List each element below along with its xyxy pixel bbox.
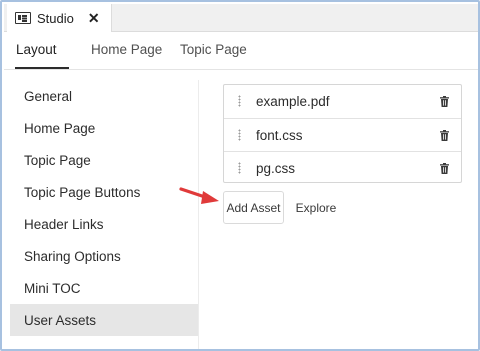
panel-divider [198, 80, 199, 349]
asset-row: example.pdf [224, 85, 461, 118]
tab-layout[interactable]: Layout [16, 42, 57, 57]
sidebar-item-general[interactable]: General [10, 80, 198, 112]
trash-icon[interactable] [440, 130, 449, 141]
studio-tab-label: Studio [37, 10, 74, 26]
trash-icon[interactable] [440, 96, 449, 107]
asset-list: example.pdf font.css pg.css [223, 84, 462, 183]
asset-row: font.css [224, 118, 461, 151]
annotation-arrow-icon [179, 187, 219, 204]
panel-icon [15, 12, 31, 24]
sidebar-item-header-links[interactable]: Header Links [10, 208, 198, 240]
tab-topic-page[interactable]: Topic Page [180, 42, 247, 57]
explore-button[interactable]: Explore [290, 191, 342, 224]
studio-tab[interactable]: Studio ✕ [7, 4, 112, 32]
drag-handle-icon[interactable] [238, 129, 241, 141]
drag-handle-icon[interactable] [238, 162, 241, 174]
active-tab-indicator [15, 67, 69, 69]
asset-name: example.pdf [256, 94, 330, 109]
trash-icon[interactable] [440, 163, 449, 174]
app-window: Studio ✕ Layout Home Page Topic Page Gen… [0, 0, 480, 351]
tab-home-page[interactable]: Home Page [91, 42, 162, 57]
sidebar-item-sharing-options[interactable]: Sharing Options [10, 240, 198, 272]
add-asset-button[interactable]: Add Asset [223, 191, 284, 224]
sidebar-item-mini-toc[interactable]: Mini TOC [10, 272, 198, 304]
close-icon[interactable]: ✕ [88, 10, 100, 27]
sidebar-item-topic-page[interactable]: Topic Page [10, 144, 198, 176]
sidebar-item-home-page[interactable]: Home Page [10, 112, 198, 144]
sidebar: General Home Page Topic Page Topic Page … [10, 80, 198, 337]
asset-name: pg.css [256, 160, 296, 176]
asset-name: font.css [256, 127, 303, 143]
drag-handle-icon[interactable] [238, 95, 241, 107]
sidebar-item-topic-page-buttons[interactable]: Topic Page Buttons [10, 176, 198, 208]
window-tab-strip: Studio ✕ [4, 4, 478, 32]
asset-row: pg.css [224, 151, 461, 184]
sidebar-item-user-assets[interactable]: User Assets [10, 304, 198, 336]
layout-tabs: Layout Home Page Topic Page [4, 32, 478, 70]
